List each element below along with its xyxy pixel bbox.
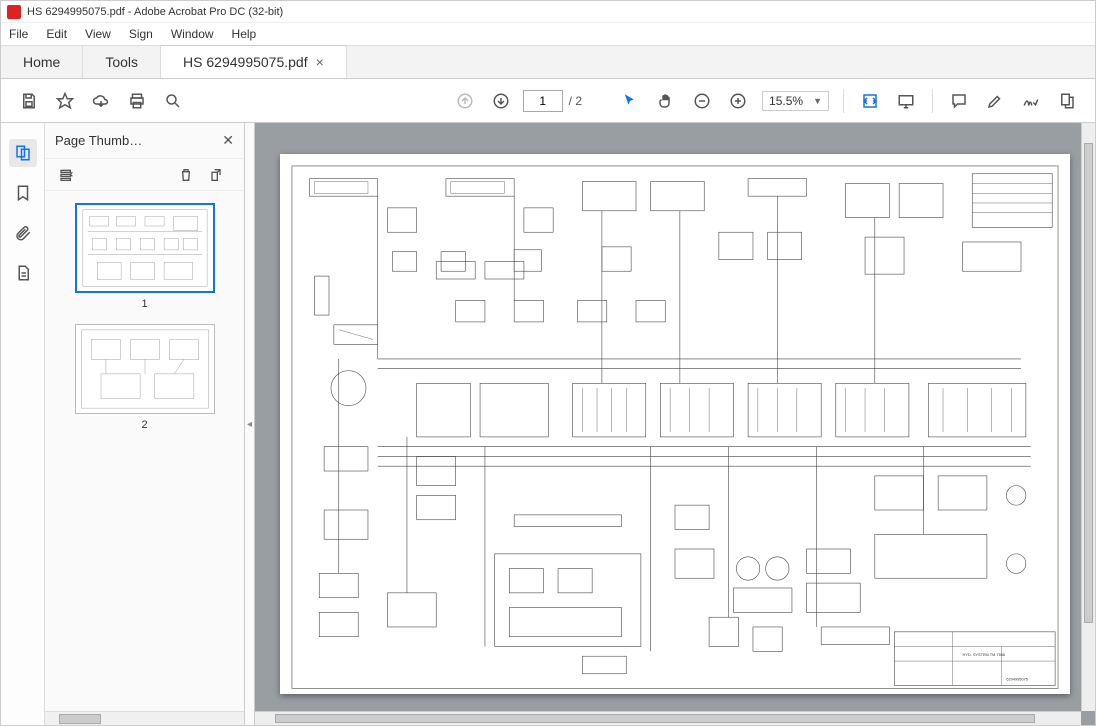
hand-tool-icon[interactable] xyxy=(650,85,682,117)
delete-icon[interactable] xyxy=(174,163,198,187)
fit-width-icon[interactable] xyxy=(854,85,886,117)
bookmark-icon[interactable] xyxy=(9,179,37,207)
thumbnails-icon[interactable] xyxy=(9,139,37,167)
star-icon[interactable] xyxy=(49,85,81,117)
hydraulic-schematic: HYD. SYSTEM TM 7556 6294995075 xyxy=(290,164,1060,690)
tab-home[interactable]: Home xyxy=(1,46,83,78)
menu-help[interactable]: Help xyxy=(232,27,257,41)
app-icon xyxy=(7,5,21,19)
vertical-scrollbar[interactable] xyxy=(1081,123,1095,711)
chevron-down-icon: ▼ xyxy=(813,96,822,106)
print-icon[interactable] xyxy=(121,85,153,117)
page-count: / 2 xyxy=(569,94,582,108)
sign-icon[interactable] xyxy=(1015,85,1047,117)
title-bar: HS 6294995075.pdf - Adobe Acrobat Pro DC… xyxy=(1,1,1095,23)
document-area[interactable]: HYD. SYSTEM TM 7556 6294995075 xyxy=(255,123,1095,725)
close-icon[interactable]: × xyxy=(316,54,324,70)
menu-edit[interactable]: Edit xyxy=(46,27,67,41)
nav-rail xyxy=(1,123,45,725)
options-icon[interactable] xyxy=(55,163,79,187)
highlight-icon[interactable] xyxy=(979,85,1011,117)
more-tools-icon[interactable] xyxy=(1051,85,1083,117)
window-title: HS 6294995075.pdf - Adobe Acrobat Pro DC… xyxy=(27,6,283,18)
thumbnail-page-2[interactable]: 2 xyxy=(75,324,215,431)
menu-view[interactable]: View xyxy=(85,27,111,41)
svg-text:HYD. SYSTEM TM 7556: HYD. SYSTEM TM 7556 xyxy=(963,652,1006,657)
zoom-out-icon[interactable] xyxy=(686,85,718,117)
menu-bar: File Edit View Sign Window Help xyxy=(1,23,1095,45)
main-area: Page Thumb… ✕ 1 2 ◂ xyxy=(1,123,1095,725)
comment-icon[interactable] xyxy=(943,85,975,117)
search-icon[interactable] xyxy=(157,85,189,117)
toolbar: 1 / 2 15.5%▼ xyxy=(1,79,1095,123)
page-input[interactable]: 1 xyxy=(523,90,563,112)
menu-sign[interactable]: Sign xyxy=(129,27,153,41)
zoom-select[interactable]: 15.5%▼ xyxy=(762,91,829,111)
zoom-in-icon[interactable] xyxy=(722,85,754,117)
tab-tools[interactable]: Tools xyxy=(83,46,161,78)
tab-bar: Home Tools HS 6294995075.pdf × xyxy=(1,45,1095,79)
thumbnail-header: Page Thumb… ✕ xyxy=(45,123,244,159)
thumbnail-hscrollbar[interactable] xyxy=(45,711,244,725)
thumbnail-list: 1 2 xyxy=(45,191,244,711)
save-icon[interactable] xyxy=(13,85,45,117)
thumbnail-page-1[interactable]: 1 xyxy=(75,203,215,310)
cloud-icon[interactable] xyxy=(85,85,117,117)
thumbnail-tools xyxy=(45,159,244,191)
thumbnail-panel: Page Thumb… ✕ 1 2 xyxy=(45,123,245,725)
rotate-icon[interactable] xyxy=(204,163,228,187)
menu-file[interactable]: File xyxy=(9,27,28,41)
collapse-handle[interactable]: ◂ xyxy=(245,123,255,725)
document-properties-icon[interactable] xyxy=(9,259,37,287)
selection-tool-icon[interactable] xyxy=(614,85,646,117)
menu-window[interactable]: Window xyxy=(171,27,214,41)
chevron-left-icon: ◂ xyxy=(247,419,252,430)
read-mode-icon[interactable] xyxy=(890,85,922,117)
page-up-icon[interactable] xyxy=(449,85,481,117)
attachment-icon[interactable] xyxy=(9,219,37,247)
tab-document[interactable]: HS 6294995075.pdf × xyxy=(161,45,347,78)
page-down-icon[interactable] xyxy=(485,85,517,117)
pdf-page: HYD. SYSTEM TM 7556 6294995075 xyxy=(280,154,1070,694)
close-panel-icon[interactable]: ✕ xyxy=(222,132,234,149)
horizontal-scrollbar[interactable] xyxy=(255,711,1081,725)
svg-text:6294995075: 6294995075 xyxy=(1006,677,1028,682)
